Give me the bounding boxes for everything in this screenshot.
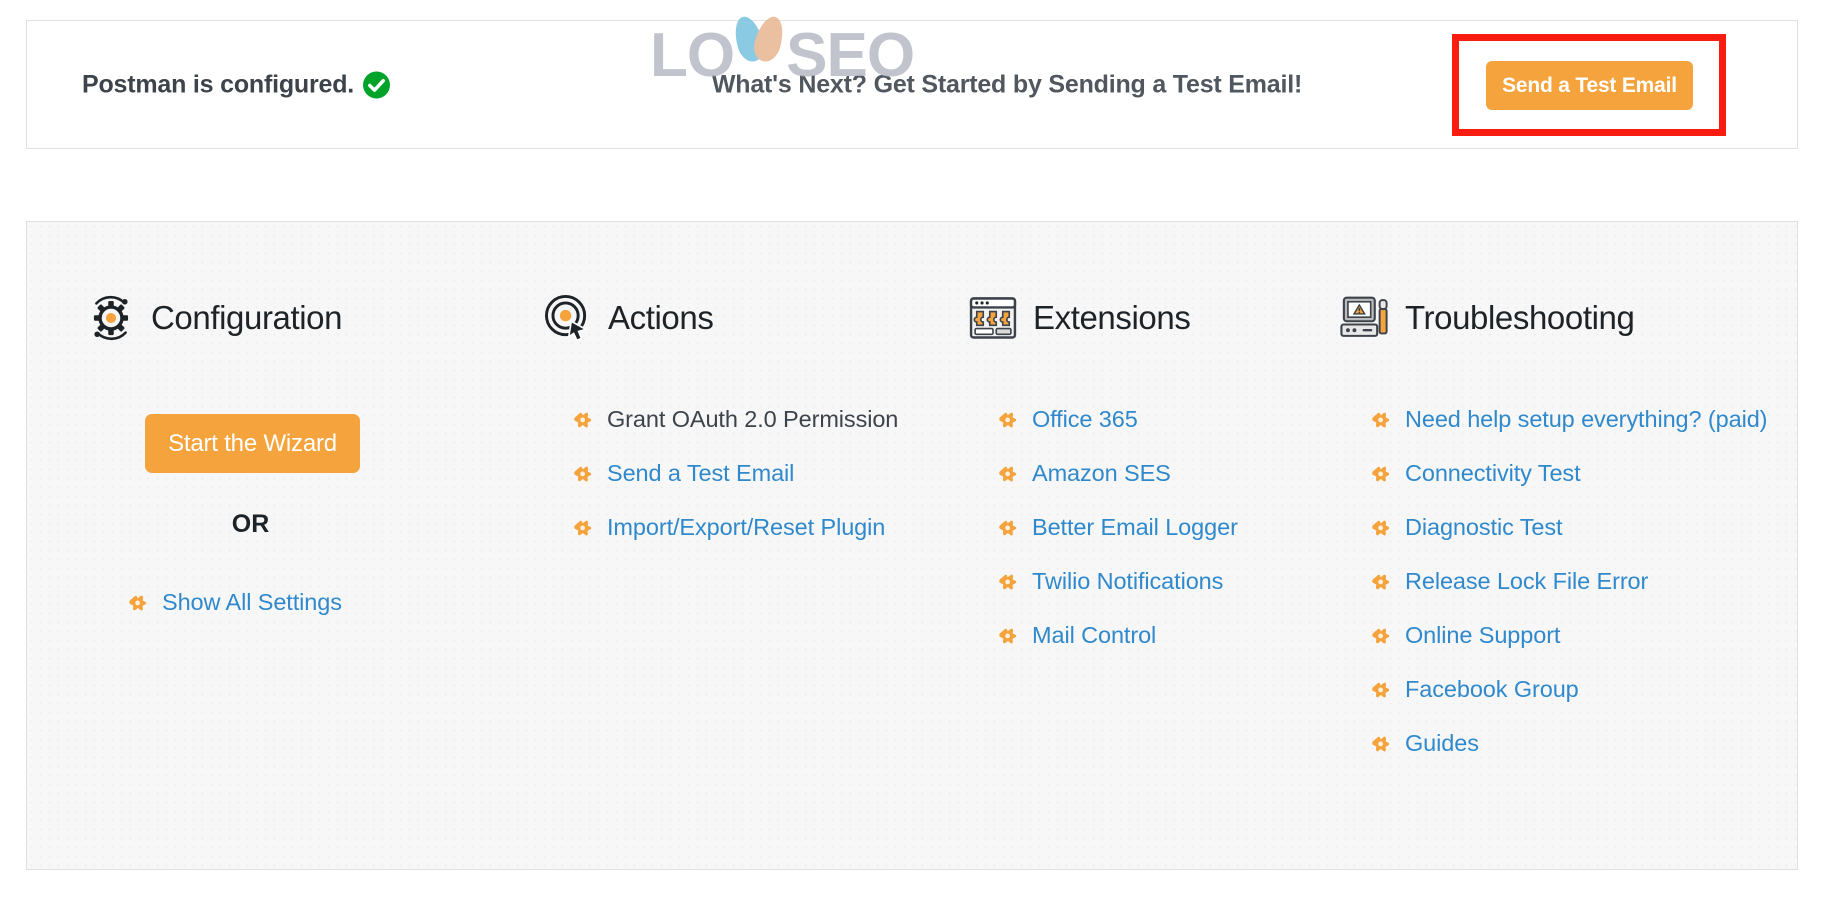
list-item[interactable]: Release Lock File Error bbox=[1370, 568, 1799, 595]
extensions-header: Extensions bbox=[947, 292, 1317, 344]
quickstart-panel: Configuration Start the Wizard OR Show A… bbox=[26, 221, 1798, 870]
show-all-settings-link[interactable]: Show All Settings bbox=[127, 589, 487, 616]
grant-oauth-permission-label: Grant OAuth 2.0 Permission bbox=[607, 406, 899, 432]
actions-header: Actions bbox=[487, 292, 947, 344]
list-item[interactable]: Better Email Logger bbox=[997, 514, 1317, 541]
list-item[interactable]: Online Support bbox=[1370, 622, 1799, 649]
list-item[interactable]: Amazon SES bbox=[997, 460, 1317, 487]
column-configuration: Configuration Start the Wizard OR Show A… bbox=[27, 292, 487, 869]
guides-link[interactable]: Guides bbox=[1405, 730, 1479, 757]
list-item[interactable]: Diagnostic Test bbox=[1370, 514, 1799, 541]
puzzle-bullet-icon bbox=[1370, 571, 1392, 593]
list-item: Grant OAuth 2.0 Permission bbox=[572, 406, 947, 433]
actions-link-list: Grant OAuth 2.0 Permission Send a Test E… bbox=[487, 406, 947, 541]
puzzle-bullet-icon bbox=[1370, 517, 1392, 539]
gear-settings-icon bbox=[85, 292, 137, 344]
check-circle-icon bbox=[363, 71, 391, 98]
actions-title: Actions bbox=[608, 299, 714, 336]
puzzle-bullet-icon bbox=[572, 517, 594, 539]
puzzle-bullet-icon bbox=[997, 463, 1019, 485]
list-item[interactable]: Send a Test Email bbox=[572, 460, 947, 487]
release-lock-file-error-link[interactable]: Release Lock File Error bbox=[1405, 568, 1648, 595]
column-actions: Actions Grant OAuth 2.0 Permission Send … bbox=[487, 292, 947, 869]
troubleshooting-title: Troubleshooting bbox=[1405, 299, 1635, 336]
configured-status-label: Postman is configured. bbox=[82, 70, 355, 98]
diagnostic-test-link[interactable]: Diagnostic Test bbox=[1405, 514, 1563, 541]
list-item[interactable]: Facebook Group bbox=[1370, 676, 1799, 703]
configuration-title: Configuration bbox=[151, 299, 343, 336]
puzzle-bullet-icon bbox=[997, 625, 1019, 647]
list-item[interactable]: Import/Export/Reset Plugin bbox=[572, 514, 947, 541]
troubleshooting-header: Troubleshooting bbox=[1317, 292, 1799, 344]
mail-control-link[interactable]: Mail Control bbox=[1032, 622, 1156, 649]
puzzle-bullet-icon bbox=[572, 409, 594, 431]
puzzle-bullet-icon bbox=[1370, 733, 1392, 755]
import-export-reset-plugin-link[interactable]: Import/Export/Reset Plugin bbox=[607, 514, 885, 541]
puzzle-bullet-icon bbox=[127, 592, 149, 614]
send-a-test-email-button[interactable]: Send a Test Email bbox=[1486, 61, 1693, 110]
amazon-ses-link[interactable]: Amazon SES bbox=[1032, 460, 1171, 487]
list-item[interactable]: Office 365 bbox=[997, 406, 1317, 433]
configuration-header: Configuration bbox=[27, 292, 487, 344]
puzzle-bullet-icon bbox=[572, 463, 594, 485]
online-support-link[interactable]: Online Support bbox=[1405, 622, 1560, 649]
start-the-wizard-button[interactable]: Start the Wizard bbox=[145, 414, 360, 473]
configured-status: Postman is configured. bbox=[82, 70, 391, 99]
puzzle-bullet-icon bbox=[1370, 463, 1392, 485]
column-troubleshooting: Troubleshooting Need help setup everythi… bbox=[1317, 292, 1799, 869]
office-365-link[interactable]: Office 365 bbox=[1032, 406, 1138, 433]
list-item[interactable]: Connectivity Test bbox=[1370, 460, 1799, 487]
twilio-notifications-link[interactable]: Twilio Notifications bbox=[1032, 568, 1223, 595]
monitor-warning-screwdriver-icon bbox=[1339, 292, 1391, 344]
extensions-link-list: Office 365 Amazon SES Better Email Logge… bbox=[947, 406, 1317, 649]
puzzle-bullet-icon bbox=[997, 517, 1019, 539]
list-item[interactable]: Guides bbox=[1370, 730, 1799, 757]
configuration-body: Start the Wizard OR Show All Settings bbox=[27, 414, 487, 616]
send-a-test-email-link[interactable]: Send a Test Email bbox=[607, 460, 794, 487]
list-item[interactable]: Need help setup everything? (paid) bbox=[1370, 406, 1799, 433]
browser-extensions-icon bbox=[967, 292, 1019, 344]
connectivity-test-link[interactable]: Connectivity Test bbox=[1405, 460, 1581, 487]
puzzle-bullet-icon bbox=[1370, 679, 1392, 701]
troubleshooting-link-list: Need help setup everything? (paid) Conne… bbox=[1317, 406, 1799, 757]
list-item[interactable]: Twilio Notifications bbox=[997, 568, 1317, 595]
extensions-title: Extensions bbox=[1033, 299, 1191, 336]
puzzle-bullet-icon bbox=[1370, 625, 1392, 647]
next-step-message: What's Next? Get Started by Sending a Te… bbox=[711, 70, 1303, 98]
puzzle-bullet-icon bbox=[997, 409, 1019, 431]
puzzle-bullet-icon bbox=[1370, 409, 1392, 431]
column-extensions: Extensions Office 365 Amazon SES Better … bbox=[947, 292, 1317, 869]
need-help-setup-link[interactable]: Need help setup everything? (paid) bbox=[1405, 406, 1767, 433]
better-email-logger-link[interactable]: Better Email Logger bbox=[1032, 514, 1238, 541]
facebook-group-link[interactable]: Facebook Group bbox=[1405, 676, 1579, 703]
or-separator-label: OR bbox=[231, 510, 270, 538]
show-all-settings-label[interactable]: Show All Settings bbox=[162, 589, 342, 616]
page-root: Postman is configured. What's Next? Get … bbox=[0, 0, 1824, 898]
list-item[interactable]: Mail Control bbox=[997, 622, 1317, 649]
target-cursor-icon bbox=[542, 292, 594, 344]
puzzle-bullet-icon bbox=[997, 571, 1019, 593]
